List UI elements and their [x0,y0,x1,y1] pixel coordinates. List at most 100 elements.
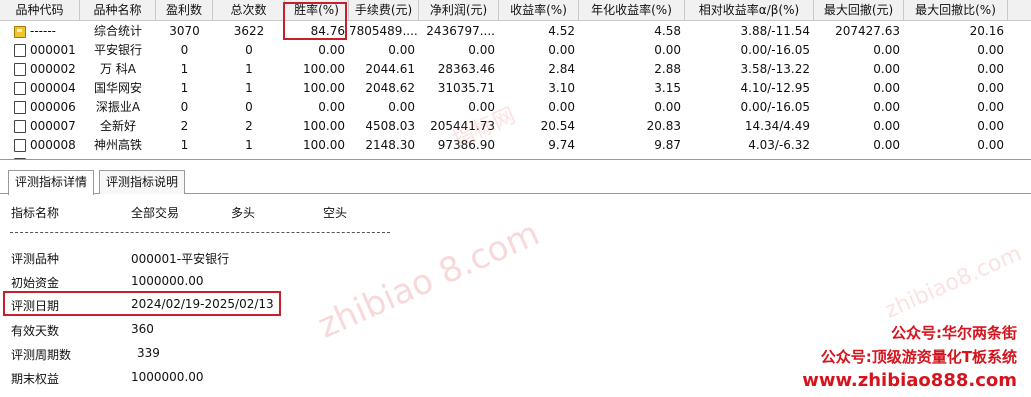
cell-net: 31035.71 [437,81,495,95]
col-header-max-drawdown-ratio[interactable]: 最大回撤比(%) [904,0,1008,21]
cell-wins: 3070 [169,24,200,38]
cell-win-rate: 100.00 [303,81,345,95]
detail-label-initial-capital: 初始资金 [11,276,60,290]
document-icon [14,158,26,159]
table-row[interactable]: ------ 综合统计 3070 3622 84.76 7805489.... 243679… [0,22,1031,41]
detail-divider [10,232,390,233]
table-row[interactable]: 000002 万 科A 1 1 100.00 2044.61 28363.46 2.84 2.8… [0,60,1031,79]
tab-indicator-details[interactable]: 评测指标详情 [8,170,95,195]
cell-total: 1 [245,138,253,152]
detail-header-short: 空头 [323,206,348,220]
cell-rel: 0.00/-16.05 [740,100,810,114]
cell-ret: 0.00 [548,100,575,114]
table-row[interactable]: 000006 深振业A 0 0 0.00 0.00 0.00 0.00 0.00 0.00/-16… [0,98,1031,117]
cell-mdd-ratio: 0.00 [977,43,1004,57]
detail-tabs: 评测指标详情 评测指标说明 [0,170,1031,195]
cell-net: 2436797.... [426,24,495,38]
detail-label-test-periods: 评测周期数 [11,348,72,362]
cell-annual: 2.88 [654,62,681,76]
cell-rel: 3.88/-11.54 [740,24,810,38]
cell-code: ------ [0,22,80,41]
cell-code: 000004 [0,79,80,98]
promo-line-2: 公众号:顶级游资量化T板系统 [820,348,1017,366]
cell-net: 97386.90 [437,138,495,152]
cell-mdd-ratio: 0.00 [977,138,1004,152]
detail-value-test-periods: 339 [137,346,160,360]
cell-code-text: 000006 [30,100,76,114]
cell-code-text: ------ [30,24,56,38]
cell-mdd: 0.00 [873,62,900,76]
cell-mdd-ratio: 0.00 [977,100,1004,114]
cell-rel: 3.58/-13.22 [740,62,810,76]
col-header-annual-return[interactable]: 年化收益率(%) [579,0,685,21]
cell-fee: 2148.30 [365,138,415,152]
col-header-name[interactable]: 品种名称 [80,0,156,21]
cell-win-rate: 0.00 [318,43,345,57]
promo-url: www.zhibiao888.com [802,370,1017,391]
cell-mdd: 0.00 [873,43,900,57]
cell-fee: 2048.62 [365,81,415,95]
table-row[interactable]: 000007 全新好 2 2 100.00 4508.03 205441.73 20.54 20… [0,117,1031,136]
col-header-fee[interactable]: 手续费(元) [349,0,419,21]
cell-code: 000002 [0,60,80,79]
cell-wins: 1 [180,81,189,95]
col-header-wins[interactable]: 盈利数 [156,0,213,21]
col-header-return[interactable]: 收益率(%) [499,0,579,21]
cell-total: 2 [245,119,253,133]
col-header-relative-return[interactable]: 相对收益率α/β(%) [685,0,814,21]
results-table: 品种代码 品种名称 盈利数 总次数 胜率(%) 手续费(元) 净利润(元) 收益… [0,0,1031,160]
cell-total: 1 [245,81,253,95]
cell-name: 综合统计 [93,24,142,38]
table-row-partial[interactable] [0,155,1031,159]
folder-icon [14,26,26,38]
watermark-right: zhibiao8.com [881,241,1026,324]
detail-label-ending-equity: 期末权益 [11,372,60,386]
cell-ret: 2.84 [548,62,575,76]
detail-header-indicator-name: 指标名称 [11,206,60,220]
cell-name: 万 科A [99,62,137,76]
detail-label-instrument: 评测品种 [11,252,60,266]
cell-rel: 4.03/-6.32 [748,138,810,152]
cell-net: 28363.46 [437,62,495,76]
cell-annual: 9.87 [654,138,681,152]
cell-code-text: 000007 [30,119,76,133]
cell-code: 000008 [0,136,80,155]
cell-annual: 3.15 [654,81,681,95]
cell-wins: 2 [180,119,189,133]
watermark-center: zhibiao 8.com [312,213,546,347]
cell-name: 平安银行 [93,43,142,57]
cell-ret: 0.00 [548,43,575,57]
cell-mdd-ratio: 0.00 [977,81,1004,95]
table-row[interactable]: 000004 国华网安 1 1 100.00 2048.62 31035.71 3.10 3.1… [0,79,1031,98]
cell-wins: 1 [180,62,189,76]
cell-win-rate: 100.00 [303,119,345,133]
tab-indicator-description[interactable]: 评测指标说明 [99,170,186,194]
document-icon [14,44,26,57]
detail-label-valid-days: 有效天数 [11,324,60,338]
cell-ret: 3.10 [548,81,575,95]
col-header-code[interactable]: 品种代码 [0,0,80,21]
cell-fee: 4508.03 [365,119,415,133]
cell-net: 0.00 [468,43,495,57]
cell-ret: 4.52 [548,24,575,38]
document-icon [14,63,26,76]
cell-code: 000007 [0,117,80,136]
cell-win-rate: 0.00 [318,100,345,114]
test-date-highlight-box [3,291,281,316]
cell-wins: 1 [180,138,189,152]
col-header-net-profit[interactable]: 净利润(元) [419,0,499,21]
document-icon [14,82,26,95]
cell-win-rate: 100.00 [303,62,345,76]
cell-win-rate: 100.00 [303,138,345,152]
col-header-total[interactable]: 总次数 [213,0,285,21]
cell-annual: 4.58 [654,24,681,38]
cell-rel: 0.00/-16.05 [740,43,810,57]
table-row[interactable]: 000001 平安银行 0 0 0.00 0.00 0.00 0.00 0.00 0.00/-16… [0,41,1031,60]
cell-code: 000001 [0,41,80,60]
detail-header-long: 多头 [231,206,256,220]
cell-total: 0 [245,43,253,57]
cell-net: 205441.73 [430,119,495,133]
table-row[interactable]: 000008 神州高铁 1 1 100.00 2148.30 97386.90 9.74 9.8… [0,136,1031,155]
cell-annual: 0.00 [654,43,681,57]
col-header-max-drawdown[interactable]: 最大回撤(元) [814,0,904,21]
